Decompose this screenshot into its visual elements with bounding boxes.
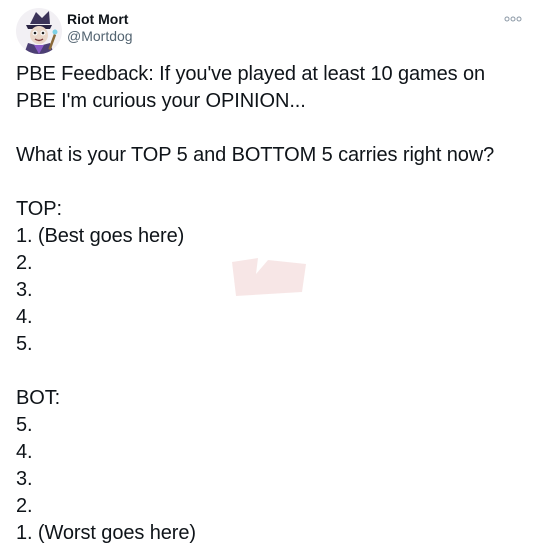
bot-item: 4. (16, 441, 33, 463)
top-item: 2. (16, 252, 33, 274)
top-item: 3. (16, 279, 33, 301)
avatar[interactable] (16, 8, 62, 54)
top-header: TOP: (16, 198, 62, 220)
avatar-character-icon (16, 8, 62, 54)
tweet-intro-line-1: PBE Feedback: If you've played at least … (16, 63, 486, 85)
author-display-name[interactable]: Riot Mort (67, 11, 133, 28)
tweet-text: PBE Feedback: If you've played at least … (16, 61, 522, 547)
bot-item: 1. (Worst goes here) (16, 522, 196, 544)
more-options-icon[interactable] (504, 12, 522, 24)
tweet-card: Riot Mort @Mortdog PBE Feedback: If you'… (0, 0, 538, 555)
tweet-question: What is your TOP 5 and BOTTOM 5 carries … (16, 144, 495, 166)
author-handle[interactable]: @Mortdog (67, 28, 133, 45)
top-item: 4. (16, 306, 33, 328)
tweet-header: Riot Mort @Mortdog (16, 8, 522, 56)
bot-item: 5. (16, 414, 33, 436)
bot-item: 2. (16, 495, 33, 517)
top-item: 1. (Best goes here) (16, 225, 185, 247)
bot-header: BOT: (16, 387, 61, 409)
author-block: Riot Mort @Mortdog (67, 11, 133, 45)
bot-item: 3. (16, 468, 33, 490)
top-item: 5. (16, 333, 33, 355)
tweet-intro-line-2: PBE I'm curious your OPINION... (16, 90, 306, 112)
